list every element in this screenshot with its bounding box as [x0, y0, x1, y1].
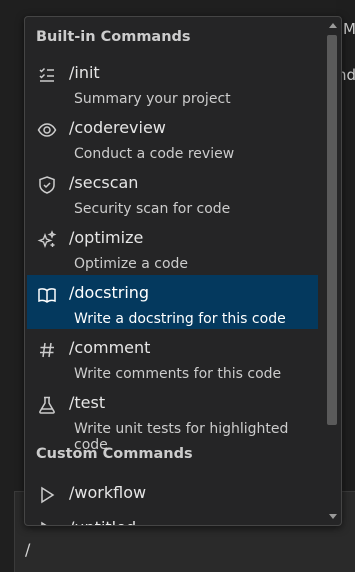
command-item-init[interactable]: /init Summary your project	[27, 55, 318, 109]
book-icon	[37, 285, 57, 305]
checklist-icon	[37, 65, 57, 85]
shield-check-icon	[37, 175, 57, 195]
command-description: Write a docstring for this code	[74, 311, 286, 327]
section-header-builtin: Built-in Commands	[36, 29, 191, 45]
command-name: /secscan	[69, 173, 139, 192]
chat-input-value: /	[25, 540, 31, 559]
scrollbar-thumb[interactable]	[327, 35, 337, 425]
section-header-custom: Custom Commands	[36, 446, 193, 462]
command-description: Optimize a code	[74, 256, 189, 272]
command-item-test[interactable]: /test Write unit tests for highlighted c…	[27, 385, 318, 453]
eye-icon	[37, 120, 57, 140]
command-item-codereview[interactable]: /codereview Conduct a code review	[27, 110, 318, 164]
command-name: /optimize	[69, 228, 144, 247]
command-name: /workflow	[69, 483, 147, 502]
command-item-docstring[interactable]: /docstring Write a docstring for this co…	[27, 275, 318, 329]
background-text: M	[343, 20, 355, 38]
hash-icon	[37, 340, 57, 360]
play-icon	[37, 520, 57, 525]
command-item-optimize[interactable]: /optimize Optimize a code	[27, 220, 318, 274]
command-item-untitled[interactable]: /untitled	[27, 510, 318, 525]
command-name: /codereview	[69, 118, 166, 137]
command-name: /test	[69, 393, 106, 412]
command-description: Summary your project	[74, 91, 231, 107]
scroll-up-arrow-icon[interactable]	[329, 23, 337, 28]
scroll-down-arrow-icon[interactable]	[329, 514, 337, 519]
command-name: /comment	[69, 338, 151, 357]
play-icon	[37, 485, 57, 505]
command-name: /untitled	[69, 518, 136, 525]
command-suggestion-popup: Built-in Commands /init Summary your pro…	[24, 16, 342, 526]
popup-scrollbar[interactable]	[327, 17, 339, 525]
command-description: Conduct a code review	[74, 146, 235, 162]
sparkles-icon	[37, 230, 57, 250]
command-description: Write comments for this code	[74, 366, 282, 382]
command-description: Security scan for code	[74, 201, 231, 217]
command-name: /init	[69, 63, 100, 82]
command-item-secscan[interactable]: /secscan Security scan for code	[27, 165, 318, 219]
beaker-icon	[37, 395, 57, 415]
command-item-comment[interactable]: /comment Write comments for this code	[27, 330, 318, 384]
command-name: /docstring	[69, 283, 150, 302]
